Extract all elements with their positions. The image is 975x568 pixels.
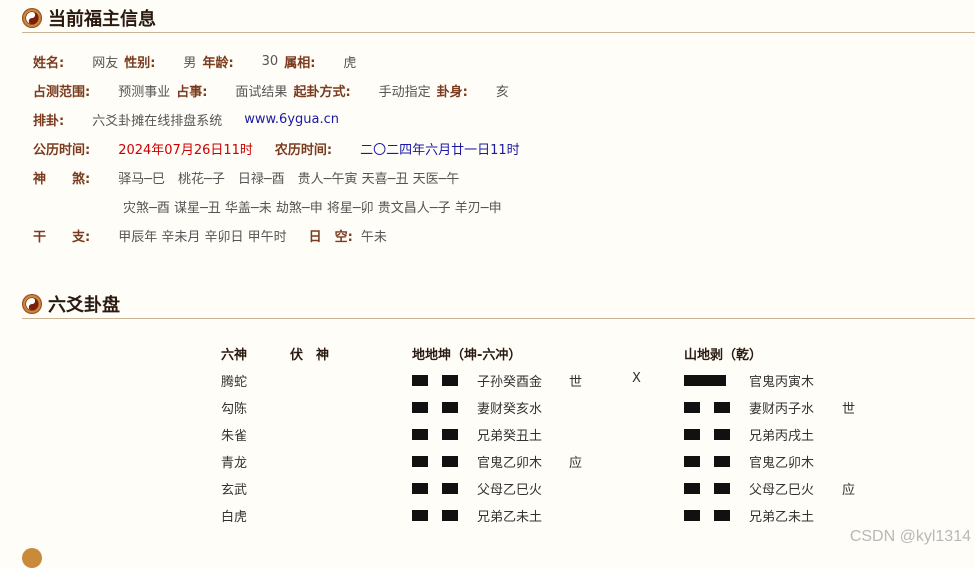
- liushen-cell: 玄武: [221, 483, 248, 498]
- main-yao-text: 妻财癸亥水: [477, 402, 543, 417]
- shensha-line-1: 驿马─巳 桃花─子 日禄─酉 贵人─午寅 天喜─丑 天医─午: [118, 171, 460, 187]
- yao-segment: [714, 456, 730, 467]
- body-value: 亥: [495, 84, 509, 100]
- info-row-shensha: 神 煞: 驿马─巳 桃花─子 日禄─酉 贵人─午寅 天喜─丑 天医─午: [33, 167, 459, 187]
- yin-yang-icon: [22, 8, 42, 28]
- watermark: CSDN @kyl1314: [849, 528, 971, 545]
- liushen-cell: 腾蛇: [221, 375, 248, 390]
- shensha-label: 神 煞:: [33, 171, 91, 187]
- main-yao-text: 子孙癸酉金: [477, 375, 543, 390]
- yao-segment: [442, 483, 458, 494]
- changed-yao-text: 官鬼丙寅木: [749, 375, 815, 390]
- yao-segment: [714, 402, 730, 413]
- changed-shi-ying-mark: 世: [842, 402, 856, 417]
- yao-segment: [442, 375, 458, 386]
- main-gua-name: 地地坤（坤-六冲）: [412, 348, 522, 363]
- solar-time-value: 2024年07月26日11时: [118, 142, 253, 158]
- info-row-time: 公历时间: 2024年07月26日11时 农历时间: 二〇二四年六月廿一日11时: [33, 138, 520, 158]
- paigua-value: 六爻卦摊在线排盘系统: [92, 113, 223, 129]
- main-shi-ying-mark: 应: [569, 456, 583, 471]
- liushen-cell: 青龙: [221, 456, 248, 471]
- yao-segment: [714, 483, 730, 494]
- paigua-label: 排卦:: [33, 113, 65, 129]
- name-value: 网友: [92, 55, 119, 71]
- name-label: 姓名:: [33, 55, 65, 71]
- changed-yao-text: 官鬼乙卯木: [749, 456, 815, 471]
- zodiac-value: 虎: [343, 55, 357, 71]
- yao-segment: [412, 375, 428, 386]
- yin-yang-icon: [22, 294, 42, 314]
- main-yao-text: 兄弟乙未土: [477, 510, 543, 525]
- lunar-time-value: 二〇二四年六月廿一日11时: [360, 142, 520, 158]
- info-row-ganzhi: 干 支: 甲辰年 辛未月 辛卯日 甲午时 日 空: 午未: [33, 225, 387, 245]
- paigua-site-link[interactable]: www.6ygua.cn: [244, 112, 339, 127]
- lunar-time-label: 农历时间:: [274, 142, 333, 158]
- kong-label: 日 空:: [308, 229, 353, 245]
- yao-segment: [412, 483, 428, 494]
- zodiac-label: 属相:: [284, 55, 316, 71]
- yao-segment: [684, 483, 700, 494]
- gender-value: 男: [183, 55, 197, 71]
- yao-segment: [684, 402, 700, 413]
- gender-label: 性别:: [124, 55, 156, 71]
- liushen-cell: 朱雀: [221, 429, 248, 444]
- yao-segment: [442, 456, 458, 467]
- section-title-pan: 六爻卦盘: [48, 295, 120, 316]
- yao-segment: [412, 429, 428, 440]
- yao-segment: [442, 510, 458, 521]
- info-row-scope: 占测范围: 预测事业 占事: 面试结果 起卦方式: 手动指定 卦身: 亥: [33, 80, 509, 100]
- yao-segment: [442, 429, 458, 440]
- ganzhi-label: 干 支:: [33, 229, 91, 245]
- liushen-cell: 白虎: [221, 510, 248, 525]
- yao-segment: [412, 456, 428, 467]
- yao-segment: [412, 510, 428, 521]
- col-header-liushen: 六神: [221, 348, 248, 363]
- changed-yao-text: 妻财丙子水: [749, 402, 815, 417]
- yao-segment: [442, 402, 458, 413]
- main-shi-ying-mark: 世: [569, 375, 583, 390]
- info-row-basic: 姓名: 网友 性别: 男 年龄: 30 属相: 虎: [33, 51, 356, 71]
- matter-value: 面试结果: [235, 84, 288, 100]
- section-header-pan: 六爻卦盘: [22, 290, 975, 319]
- yin-yang-icon: [22, 548, 42, 568]
- method-label: 起卦方式:: [293, 84, 351, 100]
- changed-shi-ying-mark: 应: [842, 483, 856, 498]
- info-row-shensha-2: 灾煞─酉 谋星─丑 华盖─未 劫煞─申 将星─卯 贵文昌人─子 羊刃─申: [123, 196, 502, 216]
- yao-segment: [684, 375, 726, 386]
- changed-yao-text: 兄弟丙戌土: [749, 429, 815, 444]
- section-title-info: 当前福主信息: [48, 9, 156, 30]
- method-value: 手动指定: [378, 84, 431, 100]
- yao-segment: [684, 510, 700, 521]
- yao-segment: [684, 456, 700, 467]
- changed-yao-text: 兄弟乙未土: [749, 510, 815, 525]
- col-header-fushen: 伏 神: [290, 348, 330, 363]
- age-label: 年龄:: [202, 55, 234, 71]
- scope-value: 预测事业: [118, 84, 171, 100]
- yao-segment: [714, 510, 730, 521]
- age-value: 30: [261, 53, 279, 69]
- yao-segment: [412, 402, 428, 413]
- yao-segment: [714, 429, 730, 440]
- matter-label: 占事:: [176, 84, 208, 100]
- main-yao-text: 兄弟癸丑土: [477, 429, 543, 444]
- shensha-line-2: 灾煞─酉 谋星─丑 华盖─未 劫煞─申 将星─卯 贵文昌人─子 羊刃─申: [123, 200, 502, 216]
- moving-mark: X: [632, 371, 641, 386]
- body-label: 卦身:: [436, 84, 468, 100]
- scope-label: 占测范围:: [33, 84, 91, 100]
- changed-gua-name: 山地剥（乾）: [684, 348, 763, 363]
- liushen-cell: 勾陈: [221, 402, 248, 417]
- main-yao-text: 官鬼乙卯木: [477, 456, 543, 471]
- changed-yao-text: 父母乙巳火: [749, 483, 815, 498]
- yao-segment: [684, 429, 700, 440]
- section-header-info: 当前福主信息: [22, 4, 975, 33]
- solar-time-label: 公历时间:: [33, 142, 91, 158]
- info-row-paigua: 排卦: 六爻卦摊在线排盘系统 www.6ygua.cn: [33, 109, 339, 129]
- ganzhi-value: 甲辰年 辛未月 辛卯日 甲午时: [118, 229, 287, 245]
- kong-value: 午未: [360, 229, 387, 245]
- main-yao-text: 父母乙巳火: [477, 483, 543, 498]
